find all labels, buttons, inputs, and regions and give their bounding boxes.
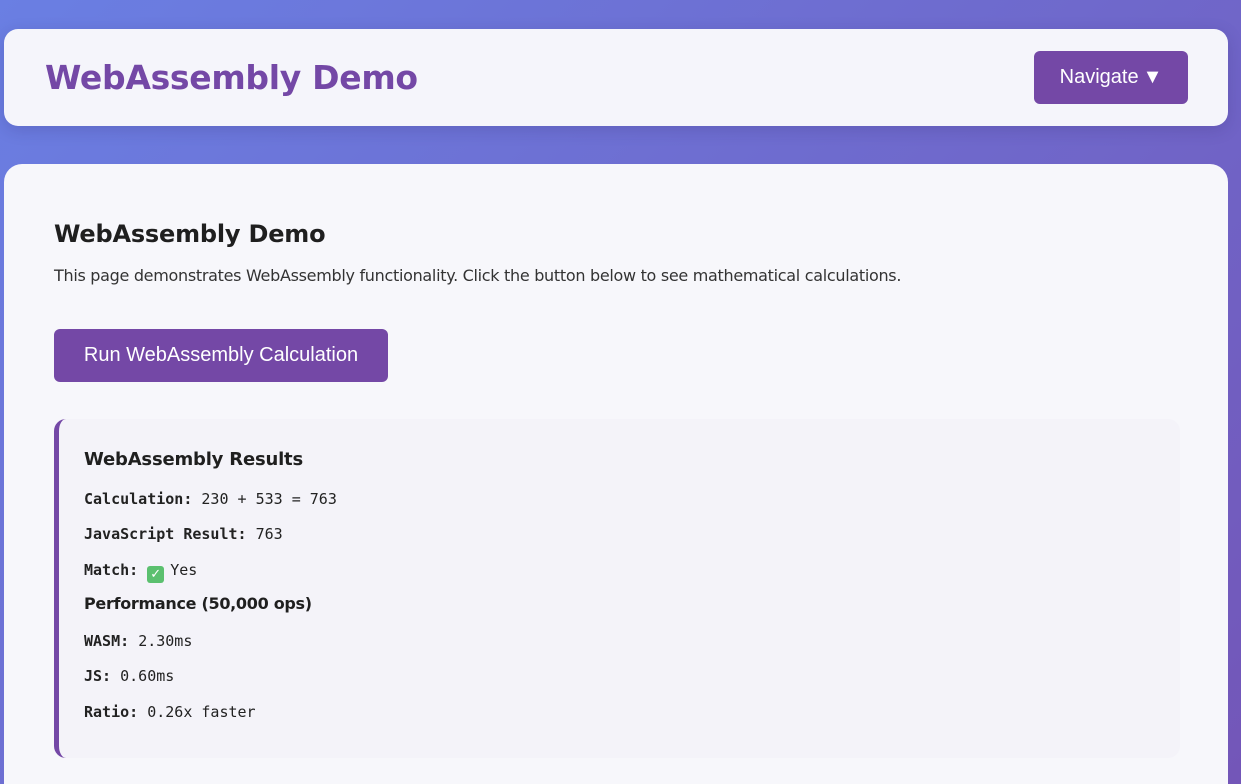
main-content-card: WebAssembly Demo This page demonstrates …: [4, 164, 1228, 784]
wasm-time-label: WASM:: [84, 632, 130, 650]
ratio-value: 0.26x faster: [147, 703, 256, 721]
calculation-line: Calculation: 230 + 533 = 763: [84, 490, 337, 508]
js-time-line: JS: 0.60ms: [84, 667, 174, 685]
calculation-value: 230 + 533 = 763: [201, 490, 337, 508]
match-value: Yes: [170, 561, 198, 579]
ratio-line: Ratio: 0.26x faster: [84, 703, 256, 721]
performance-title: Performance (50,000 ops): [84, 594, 312, 613]
ratio-label: Ratio:: [84, 703, 139, 721]
js-time-label: JS:: [84, 667, 112, 685]
site-title: WebAssembly Demo: [45, 58, 418, 97]
page-description: This page demonstrates WebAssembly funct…: [54, 266, 902, 285]
calculation-label: Calculation:: [84, 490, 193, 508]
chevron-down-icon: ▼: [1142, 66, 1163, 88]
js-time-value: 0.60ms: [120, 667, 175, 685]
page-heading: WebAssembly Demo: [54, 220, 326, 248]
results-title: WebAssembly Results: [84, 449, 303, 470]
run-calculation-button[interactable]: Run WebAssembly Calculation: [54, 329, 388, 382]
site-header: WebAssembly Demo Navigate ▼: [4, 29, 1228, 126]
results-panel: WebAssembly Results Calculation: 230 + 5…: [54, 419, 1180, 758]
js-result-line: JavaScript Result: 763: [84, 525, 283, 543]
match-label: Match:: [84, 561, 139, 579]
check-mark-icon: ✓: [147, 566, 165, 583]
wasm-time-line: WASM: 2.30ms: [84, 632, 192, 650]
navigate-label: Navigate: [1059, 66, 1139, 88]
wasm-time-value: 2.30ms: [138, 632, 193, 650]
js-result-label: JavaScript Result:: [84, 525, 247, 543]
match-line: Match: ✓ Yes: [84, 561, 197, 583]
js-result-value: 763: [255, 525, 283, 543]
navigate-button[interactable]: Navigate ▼: [1034, 51, 1188, 104]
